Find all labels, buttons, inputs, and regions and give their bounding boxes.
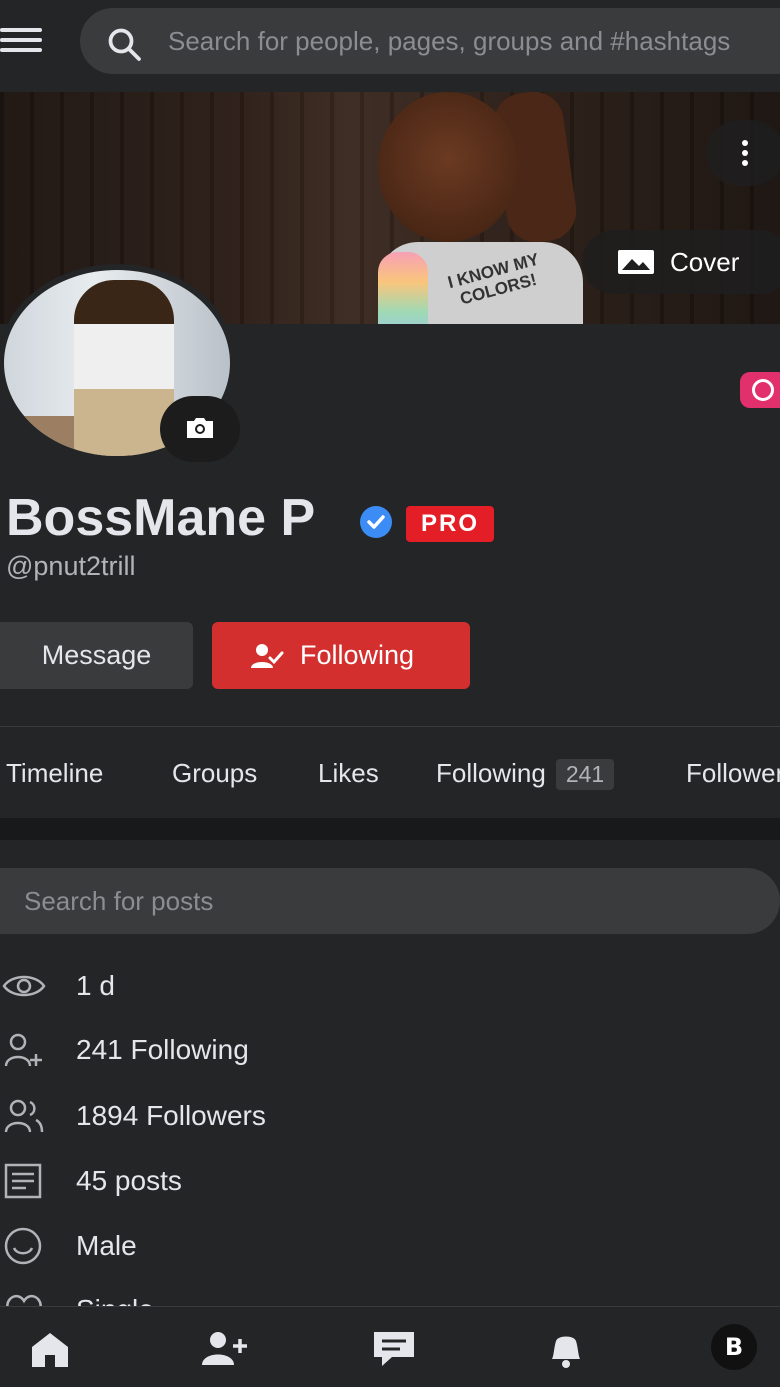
app-logo-avatar[interactable]: B [706,1323,762,1371]
following-label: Following [300,640,415,670]
users-icon [4,1099,44,1133]
search-input[interactable]: Search for people, pages, groups and #ha… [168,26,748,57]
document-icon [4,1163,42,1199]
change-cover-button[interactable]: Cover [582,230,780,294]
post-search-placeholder: Search for posts [24,886,214,916]
divider [0,726,780,727]
info-row-gender: Male [0,1218,780,1274]
svg-text:B: B [725,1333,743,1361]
pro-badge: PRO [406,506,494,542]
info-text: 45 posts [76,1165,182,1196]
info-text: Male [76,1230,137,1261]
info-row-following: 241 Following [0,1022,780,1078]
cover-button-label: Cover [670,247,740,277]
post-search-input[interactable]: Search for posts [0,868,780,934]
tab-following-label: Following [436,758,546,788]
user-plus-icon [4,1033,42,1067]
bottom-navigation: B [0,1306,780,1387]
chat-icon[interactable] [372,1329,416,1369]
add-friend-icon[interactable] [200,1329,248,1369]
user-check-icon [251,644,284,668]
info-text: 241 Following [76,1034,249,1065]
change-avatar-button[interactable] [160,396,240,462]
home-icon[interactable] [28,1329,72,1369]
info-row-followers: 1894 Followers [0,1088,780,1144]
tab-followers[interactable]: Followers [686,758,780,789]
section-separator [0,818,780,840]
following-count-badge: 241 [555,759,615,790]
following-button[interactable]: Following [212,622,470,689]
menu-icon[interactable] [0,28,42,56]
tab-likes[interactable]: Likes [318,758,379,789]
camera-icon [187,418,213,438]
message-button[interactable]: Message [0,622,193,689]
profile-name: BossMane P [6,489,316,547]
bell-icon[interactable] [544,1329,588,1369]
search-bar[interactable]: Search for people, pages, groups and #ha… [80,8,780,74]
tab-timeline[interactable]: Timeline [6,758,103,789]
search-icon [108,28,141,61]
instagram-icon[interactable] [740,372,780,408]
image-icon [618,250,654,274]
tab-following[interactable]: Following 241 [436,758,615,790]
verified-icon [360,506,392,538]
info-row-posts: 45 posts [0,1153,780,1209]
more-options-button[interactable] [706,120,780,186]
top-bar: Search for people, pages, groups and #ha… [0,0,780,86]
info-text: 1 d [76,970,115,1001]
eye-icon [2,975,46,997]
profile-tabs: Timeline Groups Likes Following 241 Follo… [0,750,780,798]
info-text: 1894 Followers [76,1100,266,1131]
tab-groups[interactable]: Groups [172,758,257,789]
shirt-text: I KNOW MY COLORS! [445,249,541,309]
info-row-last-seen: 1 d [0,958,780,1014]
profile-handle: @pnut2trill [6,551,136,581]
smile-icon [4,1227,42,1265]
